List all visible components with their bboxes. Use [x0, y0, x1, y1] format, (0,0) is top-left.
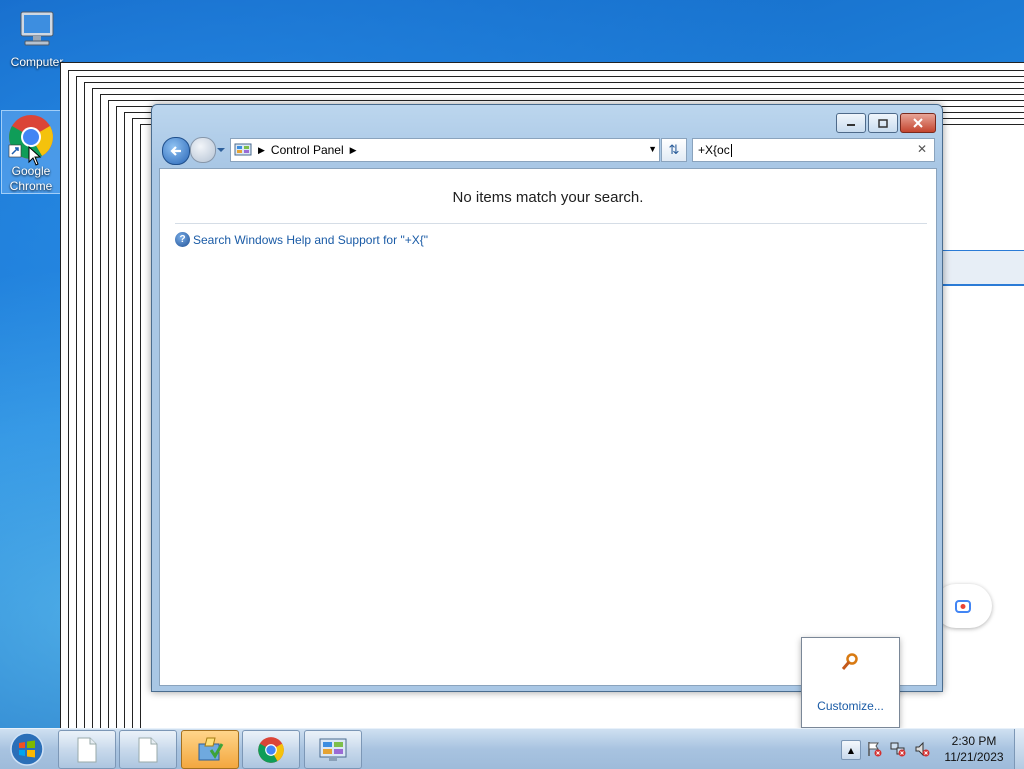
show-hidden-icons-button[interactable]: ▲ [841, 740, 861, 760]
breadcrumb-separator-icon[interactable]: ▶ [258, 145, 265, 156]
chrome-icon [258, 736, 284, 763]
search-help-link[interactable]: ? Search Windows Help and Support for "+… [175, 232, 428, 247]
start-button[interactable] [4, 730, 50, 768]
clock-date: 11/21/2023 [944, 750, 1004, 764]
taskbar: ▲ 2:30 PM 11/21/2023 [0, 728, 1024, 769]
breadcrumb-separator-icon[interactable]: ▶ [350, 145, 357, 156]
minimize-button[interactable] [836, 113, 866, 133]
search-input-value: +X{oc [698, 143, 730, 157]
app-installer-icon [198, 737, 224, 760]
divider [175, 223, 927, 224]
customize-link[interactable]: Customize... [802, 699, 899, 713]
close-icon [913, 118, 923, 128]
help-icon: ? [175, 232, 190, 247]
address-bar[interactable]: ▶ Control Panel ▶ ▼ [230, 138, 660, 162]
blank-document-icon [138, 737, 158, 762]
no-results-message: No items match your search. [452, 189, 644, 206]
chevron-up-icon: ▲ [847, 745, 855, 755]
desktop-icon-label: Google Chrome [9, 164, 53, 193]
forward-button[interactable] [190, 137, 216, 163]
control-panel-window: ▶ Control Panel ▶ ▼ ⇅ +X{oc ✕ No items m… [151, 104, 943, 692]
taskbar-button-control-panel[interactable] [304, 730, 362, 769]
arrow-left-icon [170, 146, 181, 156]
control-panel-icon [319, 738, 347, 761]
volume-muted-icon[interactable] [914, 741, 930, 757]
search-input[interactable]: +X{oc ✕ [692, 138, 935, 162]
refresh-button[interactable]: ⇅ [661, 138, 687, 162]
browser-search-band [942, 250, 1024, 285]
chevron-down-icon[interactable] [216, 145, 226, 155]
address-dropdown-icon[interactable]: ▼ [648, 144, 657, 154]
computer-icon [20, 11, 54, 46]
text-caret [730, 143, 732, 157]
content-pane: No items match your search. ? Search Win… [159, 168, 937, 686]
background-browser-window [942, 210, 1024, 728]
breadcrumb-control-panel[interactable]: Control Panel [271, 143, 344, 157]
mouse-cursor-icon [28, 146, 42, 166]
desktop-icon-label: Computer [10, 55, 64, 69]
network-icon[interactable] [890, 741, 906, 757]
clock[interactable]: 2:30 PM 11/21/2023 [938, 733, 1010, 765]
action-center-flag-icon[interactable] [866, 741, 882, 757]
taskbar-button-document-2[interactable] [119, 730, 177, 769]
search-help-link-text[interactable]: Search Windows Help and Support for "+X{… [193, 233, 428, 247]
blank-document-icon [77, 737, 97, 762]
minimize-icon [847, 124, 855, 126]
camera-icon [955, 600, 971, 613]
taskbar-button-chrome[interactable] [242, 730, 300, 769]
refresh-icon: ⇅ [668, 142, 680, 158]
clear-search-icon[interactable]: ✕ [917, 142, 927, 156]
back-button[interactable] [162, 137, 190, 165]
tray-overflow-popup: Customize... [801, 637, 900, 728]
show-desktop-button[interactable] [1014, 729, 1024, 769]
desktop-icon-computer[interactable]: Computer [8, 8, 66, 70]
taskbar-button-installer[interactable] [181, 730, 239, 769]
taskbar-button-document-1[interactable] [58, 730, 116, 769]
maximize-icon [878, 118, 888, 128]
clock-time: 2:30 PM [951, 734, 997, 748]
control-panel-icon [234, 143, 252, 156]
windows-start-icon [10, 732, 44, 766]
browser-accent-line [942, 284, 1024, 286]
close-button[interactable] [900, 113, 936, 133]
search-key-icon[interactable] [840, 652, 860, 672]
maximize-button[interactable] [868, 113, 898, 133]
